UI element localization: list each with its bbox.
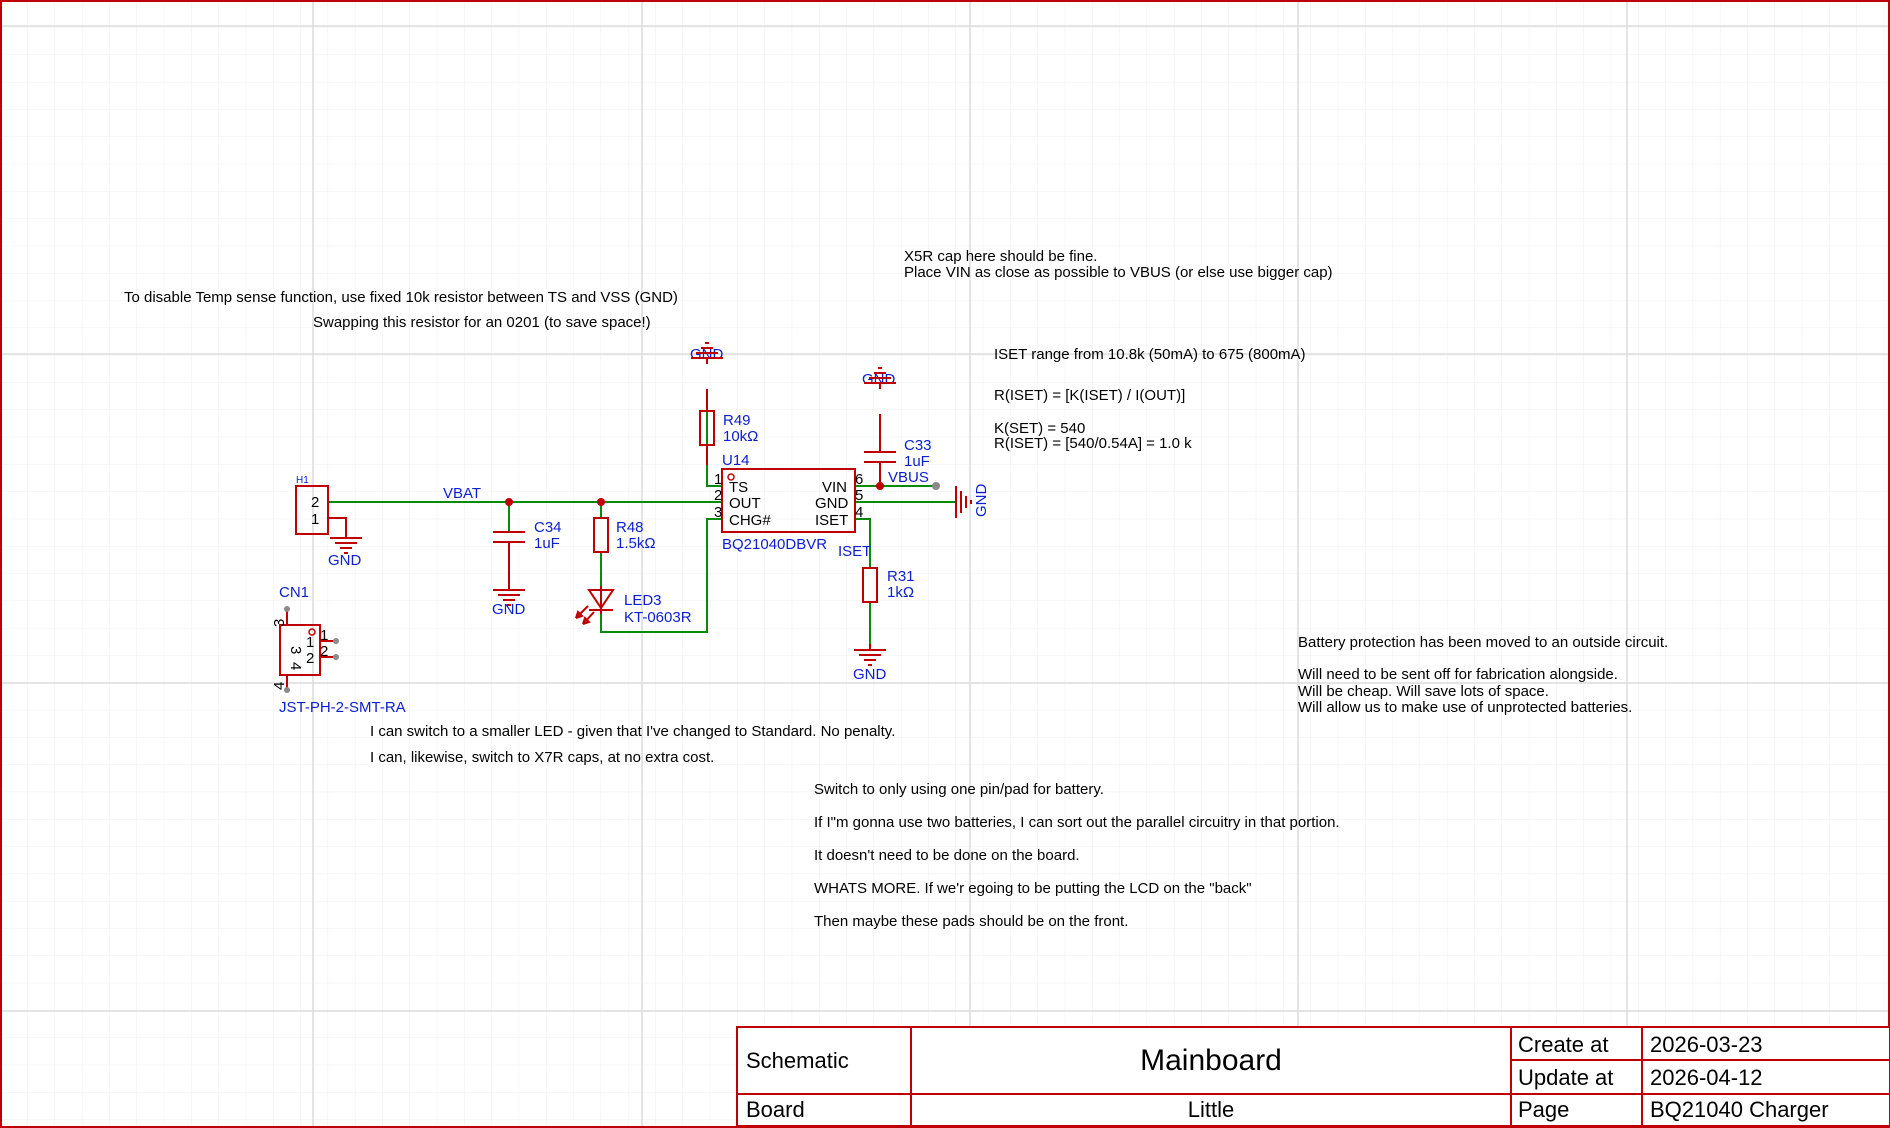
cn1-pin4: 4 <box>271 682 288 690</box>
u14-pin3-name: CHG# <box>729 512 771 529</box>
title-update-label: Update at <box>1518 1065 1613 1090</box>
u14-gnd-label: GND <box>973 484 990 518</box>
cn1-pin2-inner: 2 <box>306 650 314 667</box>
title-board-value: Little <box>1188 1097 1234 1122</box>
u14-pin1-name: TS <box>729 479 748 496</box>
u14-pin1-num: 1 <box>714 471 722 488</box>
note-fabrication: Will need to be sent off for fabrication… <box>1298 666 1618 683</box>
u14-pin6-name: VIN <box>822 479 847 496</box>
h1-pin2: 2 <box>311 494 319 511</box>
note-r-iset-formula: R(ISET) = [K(ISET) / I(OUT)] <box>994 387 1185 404</box>
c33-ref: C33 <box>904 437 932 454</box>
u14-pin4-name: ISET <box>815 512 848 529</box>
u14-pin2-name: OUT <box>729 495 761 512</box>
r49-ref: R49 <box>723 412 751 429</box>
title-block: Schematic Mainboard Board Little Create … <box>736 1026 1890 1128</box>
note-whats-more: WHATS MORE. If we'r egoing to be putting… <box>814 880 1252 897</box>
note-r-iset-value: R(ISET) = [540/0.54A] = 1.0 k <box>994 435 1192 452</box>
led3-ref: LED3 <box>624 592 662 609</box>
iset-net-label: ISET <box>838 543 871 560</box>
u14-pin5-name: GND <box>815 495 849 512</box>
c34-gnd-label: GND <box>492 601 526 618</box>
r48-value: 1.5kΩ <box>616 535 656 552</box>
note-not-on-board: It doesn't need to be done on the board. <box>814 847 1080 864</box>
note-unprotected: Will allow us to make use of unprotected… <box>1298 699 1632 716</box>
cn1-pin3-inner: 3 <box>287 646 304 654</box>
note-place-vin: Place VIN as close as possible to VBUS (… <box>904 264 1333 281</box>
note-x5r-cap: X5R cap here should be fine. <box>904 248 1097 265</box>
u14-pin6-num: 6 <box>855 471 863 488</box>
note-smaller-led: I can switch to a smaller LED - given th… <box>370 723 895 740</box>
cn1-value: JST-PH-2-SMT-RA <box>279 699 406 716</box>
note-pads-front: Then maybe these pads should be on the f… <box>814 913 1128 930</box>
u14-ref: U14 <box>722 452 750 469</box>
c34-ref: C34 <box>534 519 562 536</box>
cn1-pin2-outer: 2 <box>320 643 328 660</box>
r48-ref: R48 <box>616 519 644 536</box>
title-create-value: 2026-03-23 <box>1650 1032 1763 1057</box>
note-iset-range: ISET range from 10.8k (50mA) to 675 (800… <box>994 346 1306 363</box>
note-one-pin: Switch to only using one pin/pad for bat… <box>814 781 1104 798</box>
schematic-sheet[interactable]: To disable Temp sense function, use fixe… <box>0 0 1890 1128</box>
r31-gnd-label: GND <box>853 666 887 683</box>
title-page-value: BQ21040 Charger <box>1650 1097 1829 1122</box>
h1-gnd-label: GND <box>328 552 362 569</box>
title-schematic-label: Schematic <box>746 1048 849 1073</box>
u14-pin4-num: 4 <box>855 504 863 521</box>
grid-minor <box>0 0 1890 1128</box>
cn1-ref: CN1 <box>279 584 309 601</box>
r49-value: 10kΩ <box>723 428 758 445</box>
cn1-pin1-inner: 1 <box>306 634 314 651</box>
cn1-pin3: 3 <box>271 619 288 627</box>
title-board-label: Board <box>746 1097 805 1122</box>
r31-value: 1kΩ <box>887 584 914 601</box>
c34-value: 1uF <box>534 535 560 552</box>
note-two-batteries: If I"m gonna use two batteries, I can so… <box>814 814 1340 831</box>
c33-value: 1uF <box>904 453 930 470</box>
title-update-value: 2026-04-12 <box>1650 1065 1763 1090</box>
h1-pin1: 1 <box>311 511 319 528</box>
u14-pin2-num: 2 <box>714 487 722 504</box>
u14-pin5-num: 5 <box>855 487 863 504</box>
note-temp-sense: To disable Temp sense function, use fixe… <box>124 289 678 306</box>
title-create-label: Create at <box>1518 1032 1609 1057</box>
r31-ref: R31 <box>887 568 915 585</box>
note-swap-resistor: Swapping this resistor for an 0201 (to s… <box>313 314 651 331</box>
u14-pin3-num: 3 <box>714 504 722 521</box>
title-page-label: Page <box>1518 1097 1569 1122</box>
h1-ref: H1 <box>296 475 309 486</box>
note-x7r-caps: I can, likewise, switch to X7R caps, at … <box>370 749 714 766</box>
led3-value: KT-0603R <box>624 609 692 626</box>
u14-value: BQ21040DBVR <box>722 536 827 553</box>
vbat-net-label: VBAT <box>443 485 481 502</box>
note-battery-protection: Battery protection has been moved to an … <box>1298 634 1668 651</box>
cn1-pin1-outer: 1 <box>320 627 328 644</box>
vbus-net-label: VBUS <box>888 469 929 486</box>
title-schematic-value: Mainboard <box>1140 1044 1282 1077</box>
cn1-pin4-inner: 4 <box>287 662 304 670</box>
note-cheap: Will be cheap. Will save lots of space. <box>1298 683 1549 700</box>
